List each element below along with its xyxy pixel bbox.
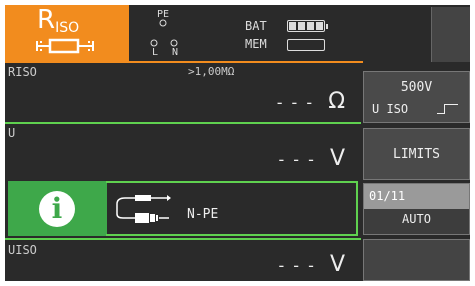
uiso-unit: V [329,252,345,277]
l-label: L [152,47,159,58]
header-softkey[interactable] [431,7,470,62]
uiso-value: - - -V [278,252,345,277]
pe-terminal-icon [159,19,167,27]
mode-label: RISO [37,7,79,37]
mode-symbol: R [37,5,56,35]
riso-limit: >1,00MΩ [188,65,235,78]
auto-button[interactable]: 01/11 AUTO [363,183,470,235]
insulation-resistor-icon [36,38,94,54]
uiso-row: UISO - - - V [5,241,361,281]
mode-subscript: ISO [55,20,80,36]
row-divider [5,238,361,240]
battery-icon [287,20,328,32]
memory-icon [287,39,325,51]
test-probe-icon [116,195,171,223]
test-voltage-value: 500V [400,80,433,95]
ramp-icon [437,104,458,114]
auto-label: AUTO [402,212,431,226]
riso-label: RISO [8,65,37,79]
info-button[interactable]: i [8,181,107,236]
mode-indicator: RISO [5,5,129,62]
battery-label: BAT [245,19,267,33]
limits-label: LIMITS [393,147,440,162]
u-reading: - - - [278,150,316,169]
test-voltage-param: U ISO [372,102,409,116]
riso-reading: - - - [276,93,315,112]
info-row: i N-PE [5,180,361,237]
limits-button[interactable]: LIMITS [363,128,470,180]
u-label: U [8,126,16,140]
u-unit: V [329,146,345,171]
u-row: U - - - V [5,124,361,179]
sequence-counter: 01/11 [364,184,469,209]
n-label: N [172,47,179,58]
header-bar: RISO PE L N BAT MEM [5,5,470,62]
connection-label: N-PE [187,207,219,222]
l-terminal-icon [150,39,158,47]
device-screen: RISO PE L N BAT MEM RISO >1,00MΩ - - - Ω… [5,5,470,281]
riso-value: - - -Ω [277,89,345,114]
bottom-softkey[interactable] [363,239,470,281]
riso-row: RISO >1,00MΩ - - - Ω [5,63,361,122]
info-icon: i [39,191,75,227]
test-voltage-button[interactable]: 500V U ISO [363,71,470,123]
uiso-label: UISO [8,243,37,257]
riso-unit: Ω [328,89,345,114]
memory-label: MEM [245,37,267,51]
n-terminal-icon [170,39,178,47]
uiso-reading: - - - [278,256,316,275]
u-value: - - -V [278,146,345,171]
